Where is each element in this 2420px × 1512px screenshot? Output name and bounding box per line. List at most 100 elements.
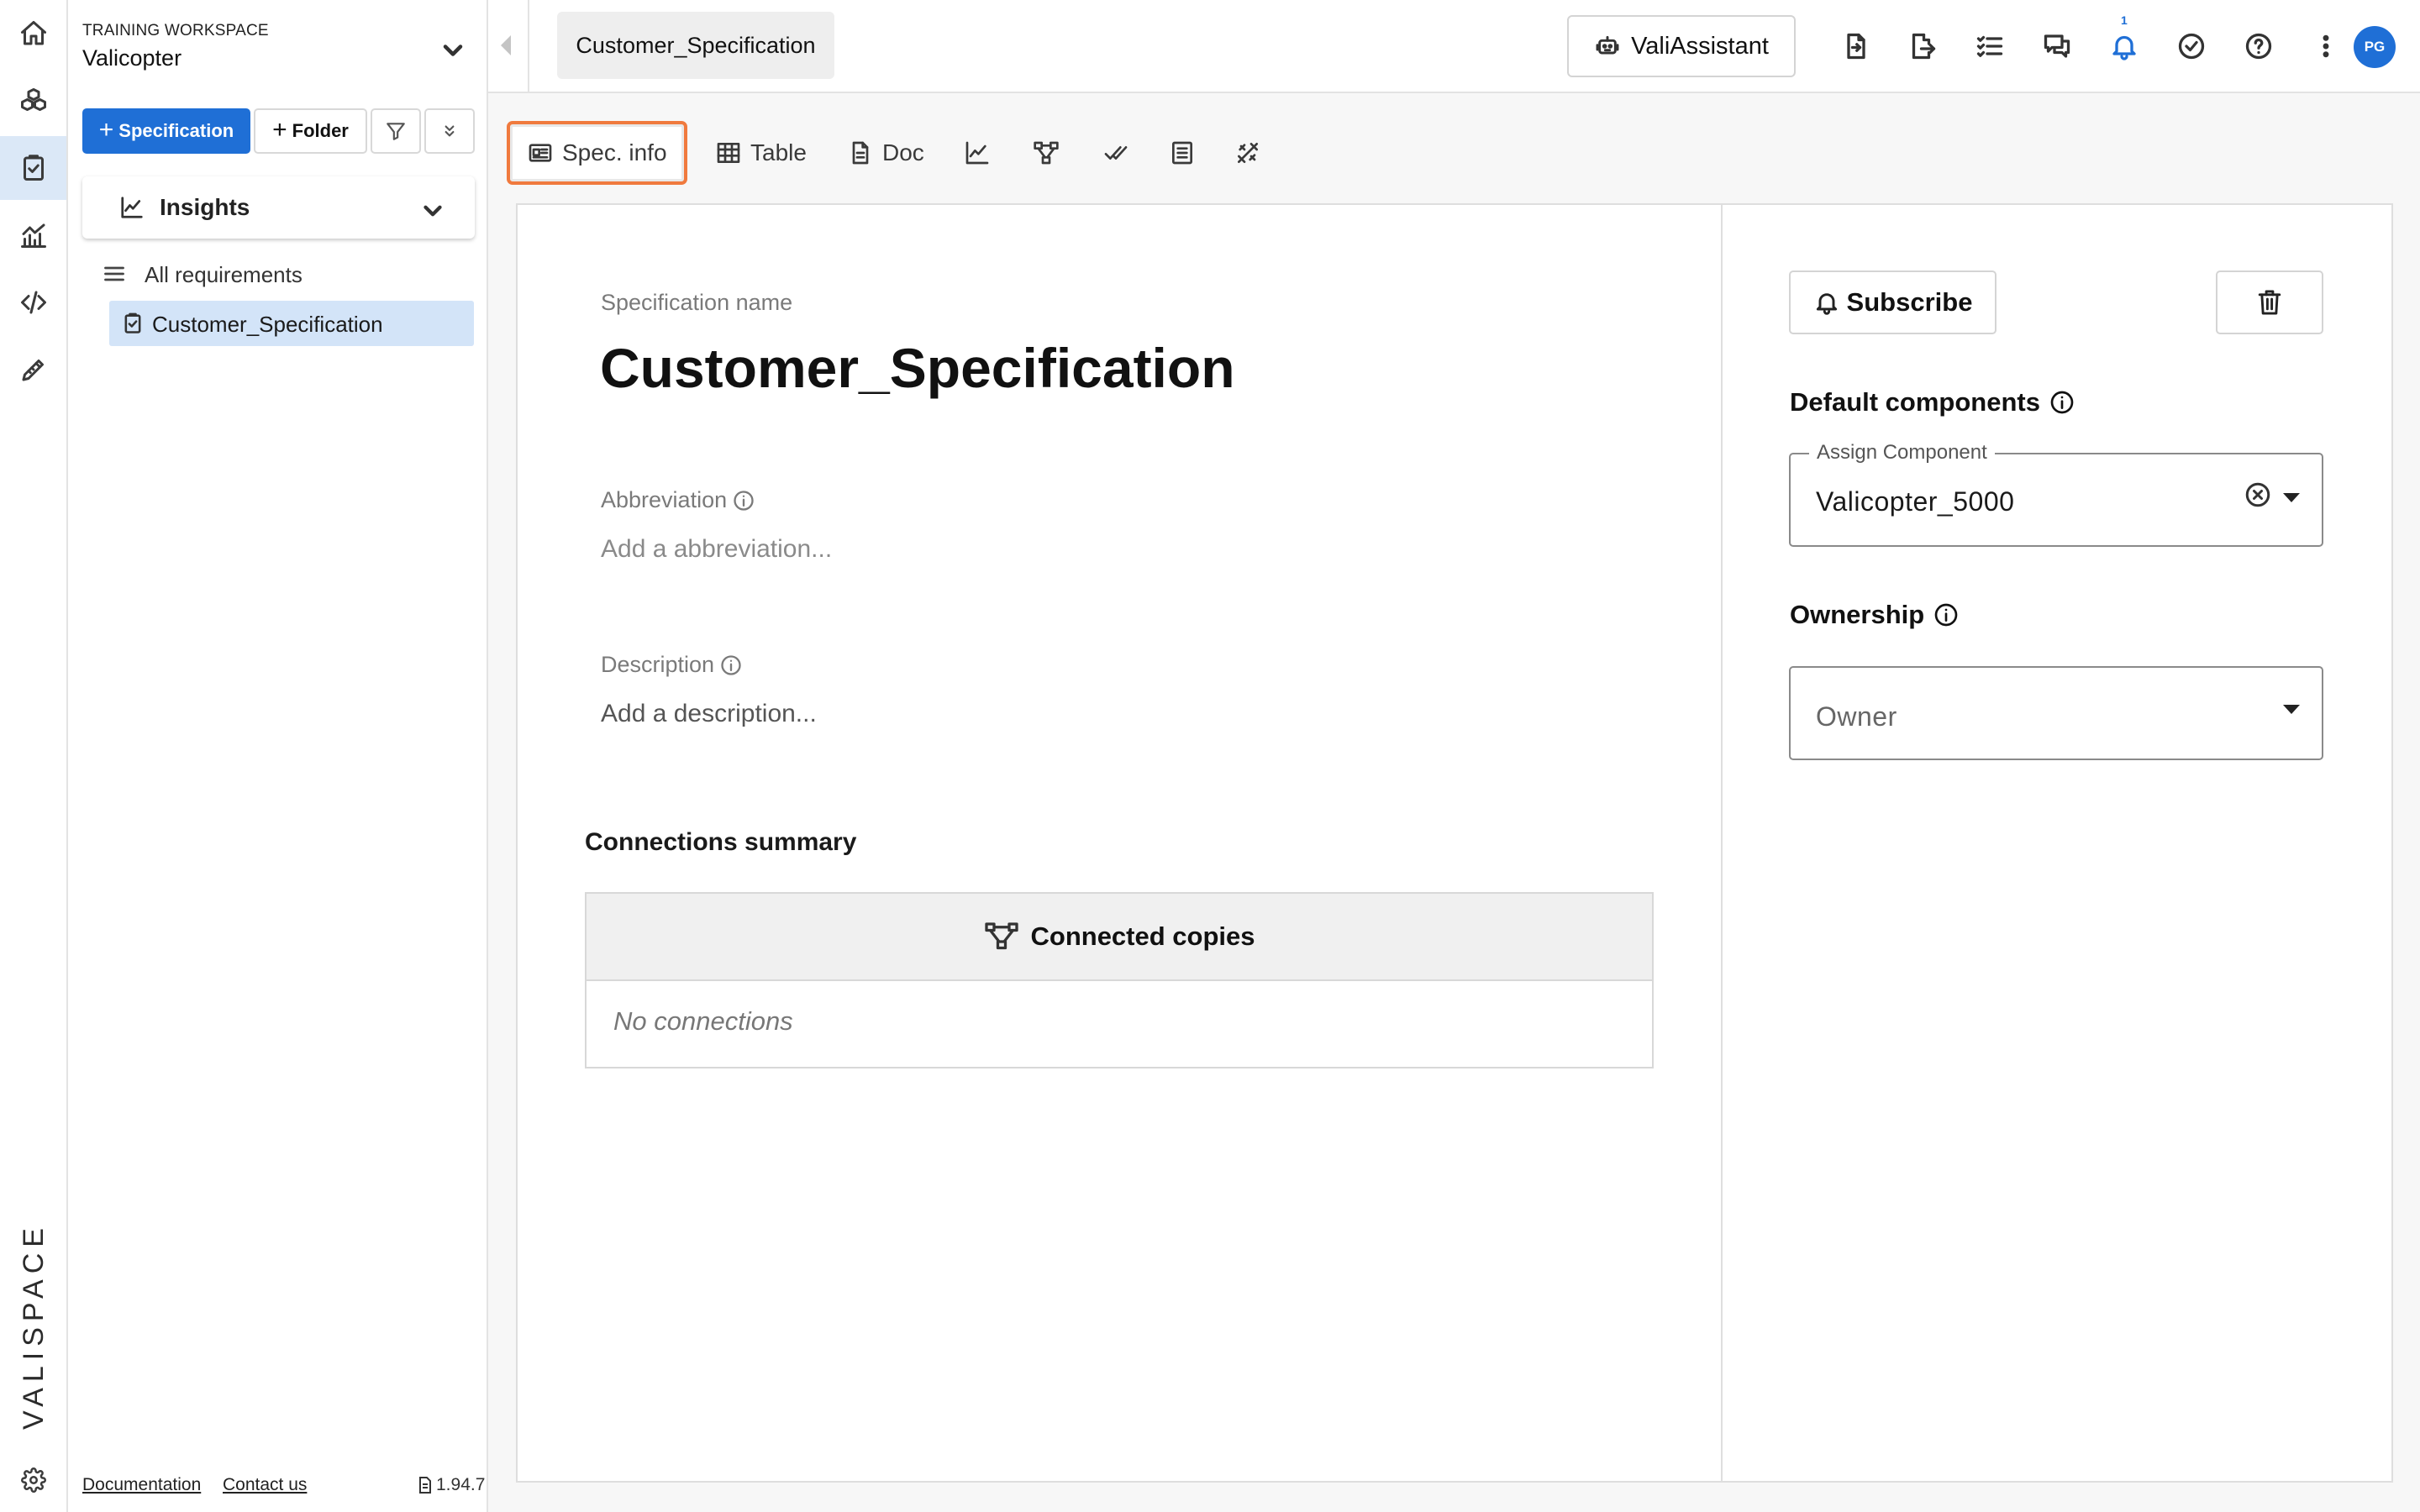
info-icon[interactable] <box>2049 389 2075 416</box>
home-nav[interactable] <box>0 2 66 66</box>
chat-icon <box>2042 31 2072 61</box>
document-icon <box>417 1476 434 1494</box>
info-icon[interactable] <box>1933 601 1960 628</box>
clear-icon[interactable] <box>2243 480 2273 510</box>
components-icon <box>18 86 49 116</box>
import-icon <box>1841 31 1871 61</box>
chevron-down-icon[interactable] <box>438 35 468 66</box>
verified-icon <box>2176 31 2207 61</box>
version-number: 1.94.7 <box>436 1475 486 1494</box>
collapse-sidebar-icon[interactable] <box>501 35 511 55</box>
version-info: 1.94.7 <box>417 1475 485 1495</box>
insights-panel[interactable]: Insights <box>82 176 475 239</box>
insights-label: Insights <box>160 194 250 220</box>
valiassistant-button[interactable]: ValiAssistant <box>1567 15 1796 77</box>
filter-button[interactable] <box>371 108 421 154</box>
workspace-selector[interactable]: TRAINING WORKSPACE Valicopter <box>82 22 269 71</box>
help-icon <box>2244 31 2274 61</box>
documentation-link[interactable]: Documentation <box>82 1475 201 1495</box>
add-specification-button[interactable]: + Specification <box>82 108 250 154</box>
subscribe-button[interactable]: Subscribe <box>1789 270 1996 334</box>
tab-customer-specification[interactable]: Customer_Specification <box>557 12 834 79</box>
check-icon <box>1102 139 1129 166</box>
specification-icon <box>121 312 145 335</box>
expand-all-button[interactable] <box>424 108 475 154</box>
bell-icon <box>1813 289 1840 316</box>
connections-empty-state: No connections <box>613 1006 793 1036</box>
add-folder-label: Folder <box>292 120 349 141</box>
checklist-icon <box>1975 31 2005 61</box>
dropdown-arrow-icon[interactable] <box>2283 493 2300 502</box>
delete-button[interactable] <box>2216 270 2323 334</box>
insights-chart-icon <box>119 195 145 220</box>
divider <box>528 0 529 93</box>
requirements-nav[interactable] <box>0 136 66 200</box>
contact-link[interactable]: Contact us <box>223 1475 307 1495</box>
info-icon[interactable] <box>719 654 743 677</box>
trash-icon <box>2256 288 2283 317</box>
avatar[interactable]: PG <box>2354 26 2396 68</box>
assign-component-value: Valicopter_5000 <box>1816 486 2015 517</box>
checklist-button[interactable] <box>1969 25 2011 67</box>
verification-button[interactable] <box>2170 25 2212 67</box>
description-input[interactable]: Add a description... <box>601 700 817 728</box>
view-graph-button[interactable] <box>1033 121 1060 185</box>
dropdown-arrow-icon[interactable] <box>2283 705 2300 714</box>
chart-icon <box>964 139 991 166</box>
owner-placeholder: Owner <box>1816 701 1897 732</box>
bell-icon <box>2109 31 2139 61</box>
notification-count: 1 <box>2121 13 2128 27</box>
info-icon[interactable] <box>732 489 755 512</box>
import-button[interactable] <box>1835 25 1877 67</box>
tools-icon <box>18 354 49 385</box>
components-nav[interactable] <box>0 69 66 133</box>
gear-icon <box>20 1467 46 1493</box>
abbreviation-input[interactable]: Add a abbreviation... <box>601 535 832 564</box>
home-icon <box>18 18 49 49</box>
code-nav[interactable] <box>0 270 66 334</box>
add-specification-label: Specification <box>118 120 234 141</box>
help-button[interactable] <box>2238 25 2280 67</box>
tree-item-customer-specification[interactable]: Customer_Specification <box>109 301 474 346</box>
abbreviation-label: Abbreviation <box>601 487 755 513</box>
valiassistant-label: ValiAssistant <box>1631 32 1769 60</box>
chat-button[interactable] <box>2036 25 2078 67</box>
subscribe-label: Subscribe <box>1846 287 1973 317</box>
ownership-heading: Ownership <box>1790 600 1960 630</box>
view-doc-button[interactable]: Doc <box>847 121 924 185</box>
connections-header-label: Connected copies <box>1030 921 1255 951</box>
workspace-caption: TRAINING WORKSPACE <box>82 22 269 39</box>
view-list-button[interactable] <box>1169 121 1196 185</box>
view-spec-info-button[interactable]: Spec. info <box>507 121 687 185</box>
more-button[interactable] <box>2305 25 2347 67</box>
assign-component-legend: Assign Component <box>1809 441 1995 465</box>
analysis-nav[interactable] <box>0 203 66 267</box>
export-button[interactable] <box>1902 25 1944 67</box>
connections-header: Connected copies <box>587 894 1652 981</box>
tree-item-all-requirements[interactable]: All requirements <box>82 257 475 291</box>
default-components-heading: Default components <box>1790 387 2075 417</box>
graph-icon <box>1033 139 1060 166</box>
assign-component-select[interactable]: Assign Component Valicopter_5000 <box>1789 441 2323 547</box>
notifications-button[interactable] <box>2103 25 2145 67</box>
more-icon <box>2311 31 2341 61</box>
owner-select[interactable]: Owner <box>1789 666 2323 760</box>
view-table-button[interactable]: Table <box>715 121 807 185</box>
list-icon <box>103 262 126 286</box>
list-icon <box>1169 139 1196 166</box>
view-doc-label: Doc <box>882 139 924 165</box>
settings-nav[interactable] <box>0 1448 66 1512</box>
chevron-down-icon <box>418 197 447 225</box>
filter-icon <box>385 120 407 142</box>
add-folder-button[interactable]: + Folder <box>254 108 367 154</box>
spec-name-label: Specification name <box>601 290 793 315</box>
plus-icon: + <box>272 115 287 144</box>
tools-nav[interactable] <box>0 338 66 402</box>
view-tools-button[interactable] <box>1234 121 1261 185</box>
view-chart-button[interactable] <box>964 121 991 185</box>
view-spec-info-label: Spec. info <box>562 139 667 165</box>
connections-summary-title: Connections summary <box>585 828 857 856</box>
view-verification-button[interactable] <box>1102 121 1129 185</box>
spec-name[interactable]: Customer_Specification <box>600 336 1235 400</box>
requirements-icon <box>18 153 49 183</box>
